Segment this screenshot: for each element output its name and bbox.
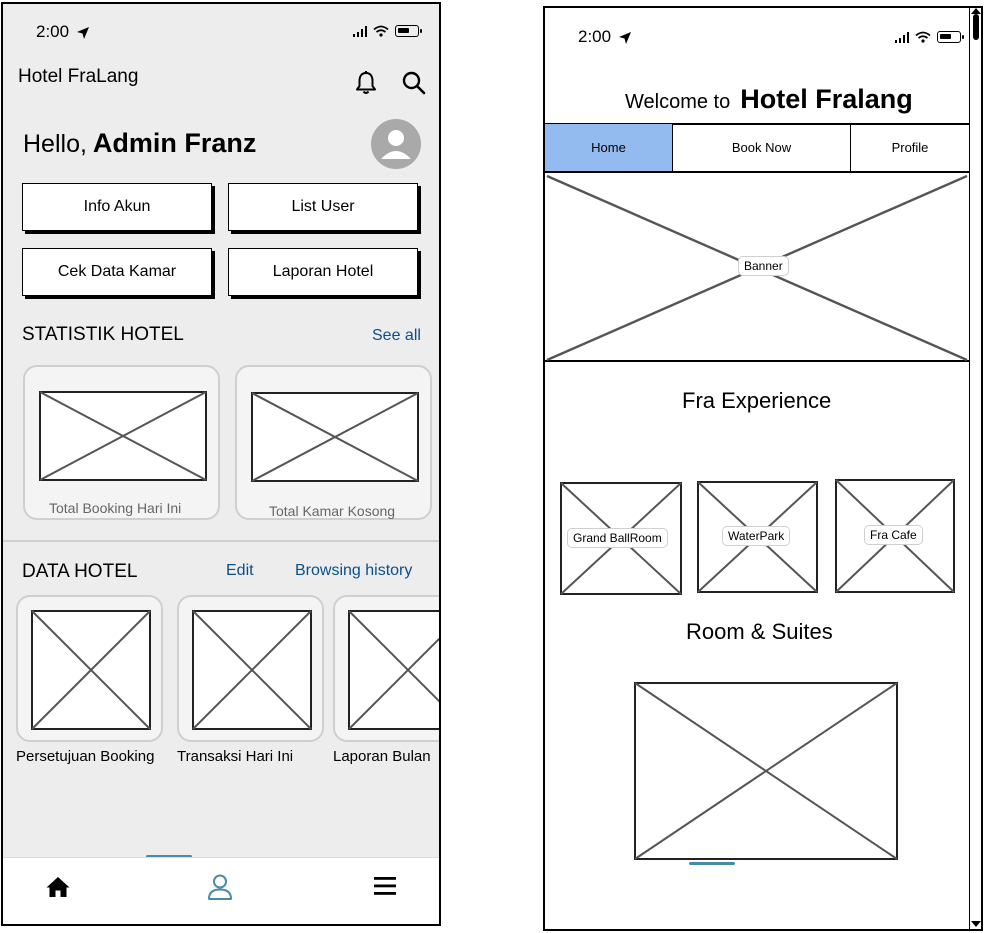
avatar[interactable] — [371, 119, 421, 169]
hotel-name: Hotel Fralang — [740, 84, 913, 114]
greeting: Hello, Admin Franz — [23, 128, 256, 159]
image-placeholder — [192, 610, 312, 730]
experience-label: Grand BallRoom — [567, 528, 668, 548]
wifi-icon — [915, 31, 931, 43]
battery-icon — [395, 25, 422, 37]
image-placeholder — [348, 610, 439, 730]
status-time: 2:00 — [36, 22, 70, 41]
data-card-transaksi[interactable] — [177, 595, 324, 742]
data-card-label: Laporan Bulan — [333, 748, 431, 765]
status-icons — [895, 31, 964, 43]
welcome-prefix: Welcome to — [625, 91, 731, 113]
search-icon[interactable] — [401, 70, 427, 96]
menu-icon[interactable] — [373, 875, 397, 897]
image-placeholder — [31, 610, 151, 730]
user-icon[interactable] — [207, 873, 233, 901]
scroll-thumb[interactable] — [973, 14, 979, 40]
welcome-header: Welcome to Hotel Fralang — [625, 84, 913, 115]
statistik-title: STATISTIK HOTEL — [22, 324, 184, 345]
signal-icon — [353, 25, 367, 37]
list-user-button[interactable]: List User — [228, 183, 418, 231]
home-icon[interactable] — [45, 875, 71, 899]
fra-experience-title: Fra Experience — [682, 388, 832, 413]
bell-icon[interactable] — [353, 70, 379, 96]
laporan-hotel-button[interactable]: Laporan Hotel — [228, 248, 418, 296]
stat-card-total-booking[interactable]: Total Booking Hari Ini — [23, 365, 220, 520]
vertical-scrollbar[interactable] — [969, 8, 981, 929]
nav-home[interactable]: Home — [545, 124, 673, 171]
cek-data-kamar-button[interactable]: Cek Data Kamar — [22, 248, 212, 296]
data-card-persetujuan-booking[interactable] — [16, 595, 163, 742]
edit-link[interactable]: Edit — [226, 562, 254, 580]
bottom-tab-bar — [3, 857, 439, 924]
battery-icon — [937, 31, 964, 43]
see-all-link[interactable]: See all — [372, 327, 421, 345]
section-divider — [3, 540, 439, 542]
data-hotel-title: DATA HOTEL — [22, 561, 138, 582]
stat-card-total-kamar[interactable]: Total Kamar Kosong — [235, 365, 432, 520]
info-akun-button[interactable]: Info Akun — [22, 183, 212, 231]
experience-card-waterpark[interactable]: WaterPark — [697, 481, 818, 593]
room-suites-title: Room & Suites — [686, 619, 833, 644]
admin-phone-screen: 2:00 Hotel FraLang Hello, Admin Franz Inf… — [1, 2, 441, 926]
data-card-label: Transaksi Hari Ini — [177, 748, 294, 765]
experience-card-grand-ballroom[interactable]: Grand BallRoom — [560, 482, 682, 595]
data-card-laporan-bulan[interactable] — [333, 595, 439, 742]
user-avatar-icon — [381, 130, 411, 159]
experience-label: Fra Cafe — [864, 525, 923, 545]
banner[interactable]: Banner — [545, 174, 969, 362]
top-nav: Home Book Now Profile — [545, 124, 969, 173]
image-placeholder — [634, 682, 898, 860]
greeting-name: Admin Franz — [92, 128, 257, 158]
scroll-down-arrow-icon[interactable] — [971, 921, 981, 927]
location-arrow-icon — [77, 27, 89, 39]
banner-label: Banner — [738, 256, 789, 276]
stat-card-label: Total Kamar Kosong — [269, 503, 396, 519]
nav-book-now[interactable]: Book Now — [673, 124, 851, 171]
experience-card-fra-cafe[interactable]: Fra Cafe — [835, 479, 955, 593]
wifi-icon — [373, 25, 389, 37]
image-placeholder — [251, 392, 419, 482]
signal-icon — [895, 31, 909, 43]
image-placeholder — [39, 391, 207, 481]
stat-card-label: Total Booking Hari Ini — [49, 500, 182, 516]
experience-label: WaterPark — [722, 526, 791, 546]
status-icons — [353, 25, 422, 37]
status-time: 2:00 — [578, 27, 612, 46]
location-arrow-icon — [619, 32, 631, 44]
scroll-marker — [689, 862, 735, 865]
browsing-history-link[interactable]: Browsing history — [295, 562, 412, 580]
room-image[interactable] — [634, 682, 898, 860]
app-title: Hotel FraLang — [18, 66, 139, 87]
guest-phone-screen: 2:00 Welcome to Hotel Fralang Home Book N… — [543, 6, 983, 931]
nav-profile[interactable]: Profile — [851, 124, 969, 171]
data-card-label: Persetujuan Booking — [16, 748, 155, 765]
greeting-hello: Hello, — [23, 130, 87, 158]
